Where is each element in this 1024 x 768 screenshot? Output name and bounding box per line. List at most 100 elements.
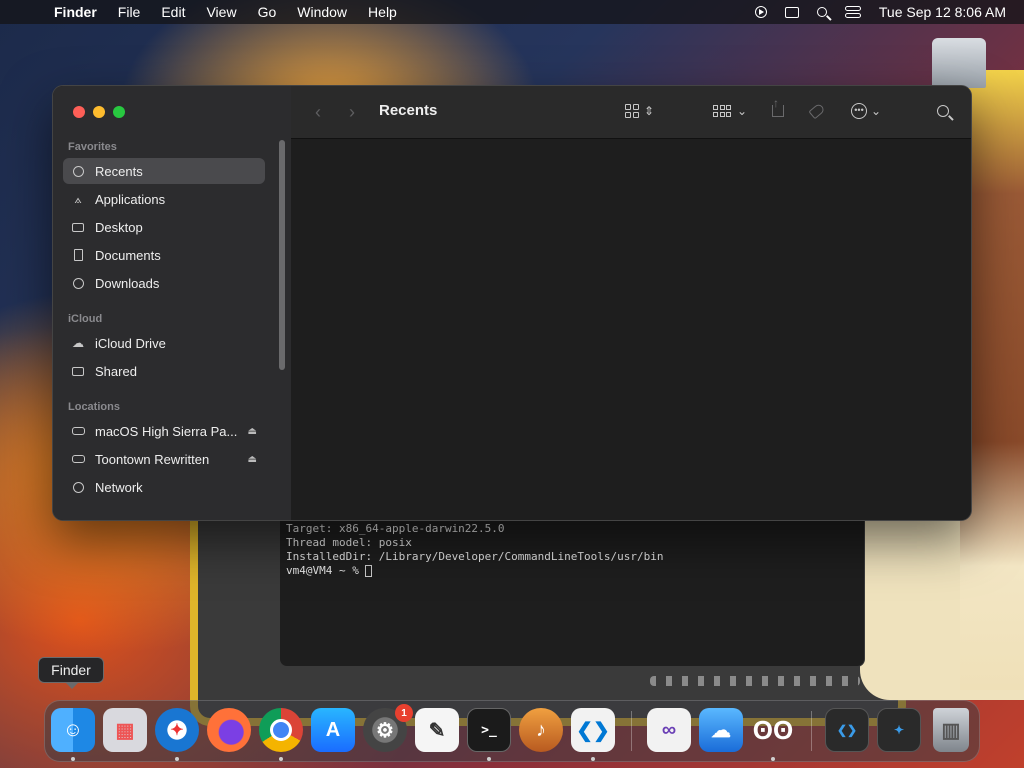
dock-toontown-icon[interactable]: ʘʘ <box>751 708 795 752</box>
sidebar-item-label: Network <box>95 479 143 495</box>
wallpaper-art-rivets <box>650 676 860 686</box>
dock-trash-icon[interactable]: ▥ <box>933 708 969 752</box>
sidebar-item-network[interactable]: Network <box>63 474 265 500</box>
menu-bar-extras: Tue Sep 12 8:06 AM <box>754 4 1006 20</box>
menu-bar: Finder File Edit View Go Window Help Tue… <box>0 0 1024 24</box>
eject-icon[interactable]: ⏏ <box>248 454 257 465</box>
dock-separator <box>631 711 632 751</box>
sidebar-item-label: Applications <box>95 191 166 207</box>
dock-vscode-icon[interactable]: ❮❯ <box>571 708 615 752</box>
sidebar-section-locations: Locations <box>68 401 120 413</box>
sidebar-item-shared[interactable]: Shared <box>63 358 265 384</box>
dock-garageband-icon[interactable]: ♪ <box>519 708 563 752</box>
dock-appstore-icon[interactable]: A <box>311 708 355 752</box>
dock-separator <box>811 711 812 751</box>
sidebar-item-downloads[interactable]: Downloads <box>63 270 265 296</box>
share-icon <box>772 96 784 117</box>
chevron-down-icon: ⌄ <box>737 104 748 118</box>
zoom-button[interactable] <box>113 106 125 118</box>
search-icon <box>937 105 949 117</box>
dock-visualstudio-icon[interactable]: ∞ <box>647 708 691 752</box>
sidebar-item-applications[interactable]: ⟑ Applications <box>63 186 265 212</box>
running-indicator <box>487 757 491 761</box>
menu-edit[interactable]: Edit <box>161 4 185 20</box>
icon-view-icon <box>625 104 639 118</box>
tag-icon <box>808 102 826 120</box>
menu-file[interactable]: File <box>118 4 141 20</box>
spotlight-search-icon[interactable] <box>816 7 827 17</box>
dock-chrome-icon[interactable] <box>259 708 303 752</box>
desktop-icon <box>71 222 85 232</box>
dock-textedit-icon[interactable]: ✎ <box>415 708 459 752</box>
sidebar-item-toontown[interactable]: Toontown Rewritten ⏏ <box>63 446 265 472</box>
menu-app-name[interactable]: Finder <box>54 4 97 20</box>
sidebar-item-label: iCloud Drive <box>95 335 166 351</box>
clock-icon <box>71 165 85 177</box>
control-center-icon[interactable] <box>844 6 861 18</box>
running-indicator <box>71 757 75 761</box>
sidebar-scrollbar[interactable] <box>279 140 285 370</box>
dock-safari-icon[interactable]: ✦ <box>155 708 199 752</box>
sidebar-item-macos-volume[interactable]: macOS High Sierra Pa... ⏏ <box>63 418 265 444</box>
screen-recording-icon[interactable] <box>754 6 767 18</box>
sidebar-item-icloud-drive[interactable]: ☁ iCloud Drive <box>63 330 265 356</box>
group-button[interactable]: ⌄ <box>713 101 747 121</box>
running-indicator <box>591 757 595 761</box>
back-chevron-icon[interactable]: ‹ <box>315 102 321 123</box>
dock-launchpad-icon[interactable]: ▦ <box>103 708 147 752</box>
cloud-icon: ☁ <box>72 336 84 350</box>
sidebar-item-recents[interactable]: Recents <box>63 158 265 184</box>
sidebar-item-documents[interactable]: Documents <box>63 242 265 268</box>
forward-chevron-icon[interactable]: › <box>349 102 355 123</box>
group-icon <box>713 105 731 117</box>
menu-window[interactable]: Window <box>297 4 347 20</box>
sidebar-item-label: Toontown Rewritten <box>95 451 210 467</box>
download-icon <box>71 277 85 289</box>
chevron-updown-icon: ⇕ <box>644 104 655 118</box>
dock-finder-icon[interactable]: ☺ <box>51 708 95 752</box>
dock-tooltip: Finder <box>38 657 104 689</box>
finder-content: ‹ › Recents ⇕ ⌄ ••• ⌄ <box>291 86 971 520</box>
search-button[interactable] <box>937 101 949 121</box>
dock: ☺ ▦ ✦ A ⚙ 1 ✎ >_ ♪ ❮❯ ∞ ☁ ʘʘ ❮❯ ✦ ▥ <box>44 700 980 762</box>
dock-weather-icon[interactable]: ☁ <box>699 708 743 752</box>
tag-button[interactable] <box>808 101 826 121</box>
menu-view[interactable]: View <box>206 4 236 20</box>
sidebar-item-label: Shared <box>95 363 137 379</box>
view-mode-button[interactable]: ⇕ <box>625 101 654 121</box>
dock-minimized-window-2[interactable]: ✦ <box>877 708 921 752</box>
sidebar-item-label: Documents <box>95 247 161 263</box>
eject-icon[interactable]: ⏏ <box>248 426 257 437</box>
screen-mirroring-icon[interactable] <box>784 6 799 18</box>
menu-help[interactable]: Help <box>368 4 397 20</box>
window-controls <box>73 106 125 118</box>
running-indicator <box>771 757 775 761</box>
menu-go[interactable]: Go <box>258 4 277 20</box>
close-button[interactable] <box>73 106 85 118</box>
drive-icon <box>71 427 85 435</box>
dock-terminal-icon[interactable]: >_ <box>467 708 511 752</box>
action-menu-button[interactable]: ••• ⌄ <box>851 101 881 121</box>
terminal-window[interactable]: Target: x86_64-apple-darwin22.5.0 Thread… <box>279 521 865 667</box>
sidebar-item-label: Recents <box>95 163 143 179</box>
sidebar-item-label: Downloads <box>95 275 160 291</box>
chevron-down-icon: ⌄ <box>871 104 882 118</box>
menu-bar-clock[interactable]: Tue Sep 12 8:06 AM <box>879 4 1006 20</box>
drive-icon <box>71 455 85 463</box>
terminal-line: Thread model: posix <box>286 536 412 549</box>
finder-sidebar: Favorites Recents ⟑ Applications Desktop… <box>53 86 291 520</box>
shared-folder-icon <box>71 366 85 376</box>
notification-badge: 1 <box>395 704 413 722</box>
dock-system-settings-icon[interactable]: ⚙ 1 <box>363 704 413 752</box>
wallpaper-art-canister <box>932 38 986 88</box>
minimize-button[interactable] <box>93 106 105 118</box>
document-icon <box>71 249 85 261</box>
running-indicator <box>175 757 179 761</box>
dock-firefox-icon[interactable] <box>207 708 251 752</box>
share-button[interactable] <box>772 96 784 121</box>
dock-minimized-window-1[interactable]: ❮❯ <box>825 708 869 752</box>
sidebar-item-desktop[interactable]: Desktop <box>63 214 265 240</box>
terminal-line: InstalledDir: /Library/Developer/Command… <box>286 550 664 563</box>
terminal-prompt: vm4@VM4 ~ % <box>286 564 366 577</box>
terminal-cursor <box>365 565 373 577</box>
